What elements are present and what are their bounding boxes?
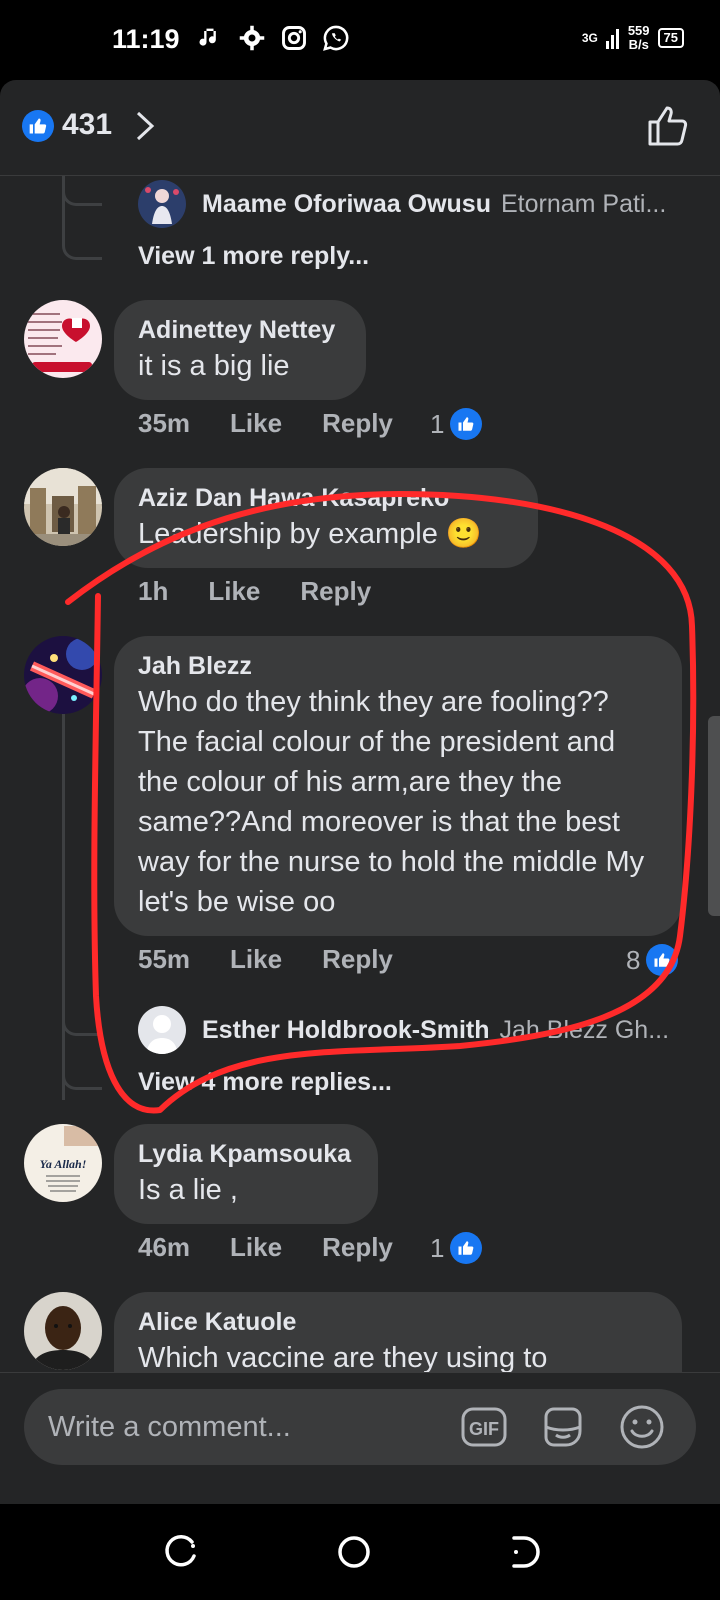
avatar[interactable] [24,468,102,546]
avatar[interactable] [24,636,102,714]
like-reaction-icon [450,1232,483,1264]
reaction-summary[interactable]: 1 [430,1232,483,1264]
like-count[interactable]: 431 [62,108,112,142]
thread-connector [62,1006,102,1090]
avatar[interactable]: Ya Allah! [24,1124,102,1202]
chevron-right-icon[interactable] [134,110,156,142]
thread-connector [62,176,102,260]
reply-button[interactable]: Reply [322,1232,393,1263]
comment-time: 35m [138,408,191,438]
comment-author[interactable]: Alice Katuole [138,1306,658,1338]
reply-text: Etornam Pati... [500,189,667,218]
comment-bubble[interactable]: Lydia Kpamsouka Is a lie , [114,1124,378,1224]
comment-input[interactable] [48,1389,448,1465]
view-more-replies-link[interactable]: View 4 more replies... [138,1068,392,1097]
emoji-icon[interactable] [618,1403,666,1451]
comment-composer-bar: GIF [0,1372,720,1504]
avatar[interactable] [138,180,186,228]
like-reaction-icon [646,944,679,976]
status-bar: 11:19 3G 559 B/s 75 [0,0,720,80]
avatar-text: Ya Allah! [40,1157,87,1171]
comments-sheet: 431 Maame Oforiwaa Owusu Etornam Pati...… [0,80,720,1504]
sheet-header: 431 [0,80,720,176]
comment-bubble[interactable]: Adinettey Nettey it is a big lie [114,300,366,400]
signal-bars-icon [605,29,619,49]
avatar[interactable] [138,1006,186,1054]
comment-actions: 35m Like Reply [138,408,433,439]
like-button[interactable]: Like [230,1232,282,1263]
music-note-icon [199,28,216,46]
comment-author[interactable]: Lydia Kpamsouka [138,1138,354,1170]
like-reaction-icon [450,408,483,440]
system-nav-bar [0,1504,720,1600]
comment-text: Who do they think they are fooling?? The… [138,686,645,918]
reply-button[interactable]: Reply [300,576,371,607]
scroll-indicator[interactable] [708,716,720,916]
reply-preview[interactable]: Maame Oforiwaa Owusu Etornam Pati... [138,180,678,228]
comment-text: it is a big lie [138,350,290,382]
comment-bubble[interactable]: Jah Blezz Who do they think they are foo… [114,636,682,936]
reaction-summary[interactable]: 8 [626,944,679,976]
signal-indicator: 3G [581,30,598,45]
comment-time: 1h [138,576,169,606]
comment-actions: 55m Like Reply [138,944,433,975]
like-button[interactable]: Like [230,408,282,439]
reply-text: Jah Blezz Gh... [499,1015,670,1044]
comment-author[interactable]: Adinettey Nettey [138,314,342,346]
reply-author[interactable]: Esther Holdbrook-Smith [202,1016,490,1045]
like-button[interactable]: Like [230,944,282,975]
instagram-icon [282,26,306,50]
gear-icon [239,25,265,51]
comment-bubble[interactable]: Aziz Dan Hawa Kasapreko Leadership by ex… [114,468,538,568]
reaction-count: 8 [626,944,641,975]
reply-button[interactable]: Reply [322,408,393,439]
reply-preview[interactable]: Esther Holdbrook-Smith Jah Blezz Gh... [138,1006,678,1054]
comment-text: Is a lie , [138,1174,238,1206]
comment-author[interactable]: Aziz Dan Hawa Kasapreko [138,482,514,514]
view-more-replies-link[interactable]: View 1 more reply... [138,242,369,271]
recent-apps-icon[interactable] [164,1534,200,1570]
like-button[interactable]: Like [208,576,260,607]
reaction-summary[interactable]: 1 [430,408,483,440]
avatar[interactable] [24,300,102,378]
comment-author[interactable]: Jah Blezz [138,650,658,682]
back-icon[interactable] [508,1534,544,1570]
reaction-count: 1 [430,1232,445,1263]
whatsapp-icon [323,25,349,51]
comment-time: 46m [138,1232,191,1262]
like-badge-icon [22,110,54,142]
gif-label: GIF [469,1419,499,1439]
reaction-count: 1 [430,408,445,439]
battery-indicator: 75 [657,28,684,48]
comment-time: 55m [138,944,191,974]
sticker-icon[interactable] [538,1403,586,1451]
thumbs-up-outline-icon[interactable] [646,102,692,148]
comment-actions: 1h Like Reply [138,576,411,607]
home-icon[interactable] [336,1534,372,1570]
net-unit: B/s [628,37,649,52]
reply-button[interactable]: Reply [322,944,393,975]
net-speed: 559 [627,23,650,38]
status-time: 11:19 [112,24,180,54]
comment-text: Leadership by example 🙂 [138,518,483,550]
avatar[interactable] [24,1292,102,1370]
comment-feed: Maame Oforiwaa Owusu Etornam Pati... Vie… [0,176,720,1412]
gif-icon[interactable]: GIF [460,1403,508,1451]
reply-author[interactable]: Maame Oforiwaa Owusu [202,190,491,219]
comment-composer[interactable]: GIF [24,1389,696,1465]
comment-actions: 46m Like Reply [138,1232,433,1263]
